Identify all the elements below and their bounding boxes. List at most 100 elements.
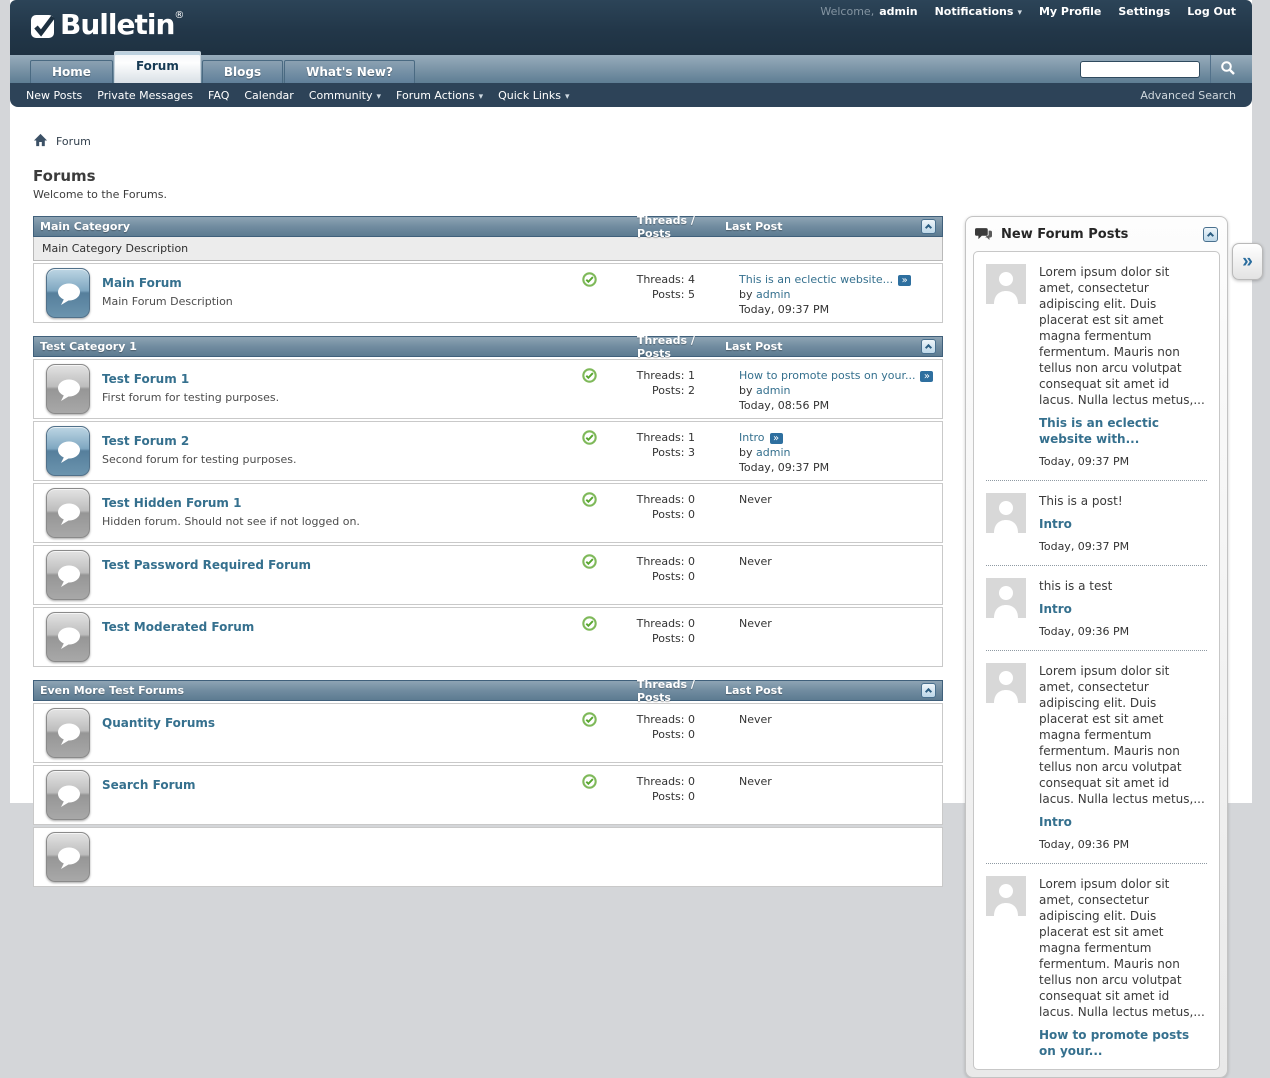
sidebar-items: Lorem ipsum dolor sit amet, consectetur … [973,251,1220,1070]
avatar[interactable] [986,663,1026,703]
logo-brand: Bulletin [60,8,174,42]
comments-icon [975,227,992,242]
search-button[interactable] [1210,55,1244,83]
last-post-author-link[interactable]: admin [756,446,790,459]
last-post-author-link[interactable]: admin [756,288,790,301]
threads-count: Threads: 0 [611,492,695,507]
threads-count: Threads: 0 [611,554,695,569]
forum-icon [46,832,90,882]
threads-count: Threads: 1 [611,368,695,383]
forum-icon [46,268,90,318]
category-forums: Main Forum Main Forum Description Thread… [33,263,943,323]
by-label: by [739,446,753,459]
subnav-community-menu[interactable]: Community [309,89,381,102]
settings-link[interactable]: Settings [1118,5,1170,18]
last-post-title-link[interactable]: This is an eclectic website... [739,273,893,286]
no-new-posts-icon [582,492,597,511]
avatar[interactable] [986,876,1026,916]
last-post-author-link[interactable]: admin [756,384,790,397]
avatar[interactable] [986,493,1026,533]
no-new-posts-icon [582,712,597,731]
sidebar-post-item: This is a post! Intro Today, 09:37 PM [986,481,1207,566]
forum-title-link[interactable]: Main Forum [102,276,182,290]
forum-title-link[interactable]: Test Moderated Forum [102,620,254,634]
tab-home[interactable]: Home [30,60,113,83]
sub-nav-bar: New Posts Private Messages FAQ Calendar … [10,83,1252,107]
subnav-private-messages[interactable]: Private Messages [97,89,193,102]
avatar[interactable] [986,264,1026,304]
goto-last-post-icon[interactable] [770,433,783,444]
forum-category: Test Category 1 Threads / Posts Last Pos… [33,336,943,667]
site-logo[interactable]: Bulletin ® [30,8,184,44]
advanced-search-link[interactable]: Advanced Search [1140,89,1236,102]
sidebar-post-item: Lorem ipsum dolor sit amet, consectetur … [986,864,1207,1069]
post-title-link[interactable]: Intro [1039,601,1207,617]
post-excerpt: This is a post! [1039,493,1207,509]
last-post-title-link[interactable]: Intro [739,431,765,444]
subnav-quick-links-menu[interactable]: Quick Links [498,89,569,102]
avatar[interactable] [986,578,1026,618]
page-title: Forums [33,167,1252,185]
category-title[interactable]: Even More Test Forums [40,684,637,697]
category-header: Main Category Threads / Posts Last Post [33,216,943,237]
forum-title-link[interactable]: Test Password Required Forum [102,558,311,572]
forum-row: Test Hidden Forum 1 Hidden forum. Should… [33,483,943,543]
subnav-calendar[interactable]: Calendar [244,89,293,102]
goto-last-post-icon[interactable] [920,371,933,382]
tab-whats-new[interactable]: What's New? [284,60,415,83]
subnav-new-posts[interactable]: New Posts [26,89,82,102]
sidebar-widget-title: New Forum Posts [1001,227,1203,242]
forum-title-link[interactable]: Test Forum 1 [102,372,189,386]
forum-title-link[interactable]: Test Forum 2 [102,434,189,448]
by-label: by [739,384,753,397]
category-forums: Test Forum 1 First forum for testing pur… [33,359,943,667]
post-title-link[interactable]: This is an eclectic website with... [1039,415,1207,447]
no-new-posts-icon [582,272,597,291]
tab-forum[interactable]: Forum [114,51,201,83]
post-title-link[interactable]: Intro [1039,516,1207,532]
sidebar-expand-button[interactable] [1232,243,1263,280]
forum-description: Hidden forum. Should not see if not logg… [102,515,567,528]
home-icon[interactable] [33,133,48,150]
forum-icon [46,550,90,600]
last-post-never: Never [739,554,942,569]
collapse-sidebar-widget-button[interactable] [1203,227,1218,242]
column-last-post: Last Post [725,684,921,697]
forum-category: Main Category Threads / Posts Last Post … [33,216,943,323]
forum-title-link[interactable]: Search Forum [102,778,196,792]
forum-categories: Main Category Threads / Posts Last Post … [33,216,943,1078]
posts-count: Posts: 0 [611,789,695,804]
double-chevron-right-icon [1242,251,1253,272]
category-title[interactable]: Test Category 1 [40,340,637,353]
log-out-link[interactable]: Log Out [1187,5,1236,18]
breadcrumb-forum-link[interactable]: Forum [56,135,91,148]
category-header: Even More Test Forums Threads / Posts La… [33,680,943,701]
column-last-post: Last Post [725,340,921,353]
tab-blogs[interactable]: Blogs [202,60,283,83]
sidebar-post-item: this is a test Intro Today, 09:36 PM [986,566,1207,651]
subnav-faq[interactable]: FAQ [208,89,229,102]
forum-row: Test Moderated Forum Threads: 0 Posts: 0… [33,607,943,667]
posts-count: Posts: 0 [611,569,695,584]
forum-description: Main Forum Description [102,295,567,308]
notifications-link[interactable]: Notifications [935,5,1022,18]
collapse-category-button[interactable] [921,219,936,234]
my-profile-link[interactable]: My Profile [1039,5,1101,18]
breadcrumb: Forum [33,133,1252,150]
threads-count: Threads: 4 [611,272,695,287]
collapse-category-button[interactable] [921,339,936,354]
goto-last-post-icon[interactable] [898,275,911,286]
post-date: Today, 09:37 PM [1039,454,1207,470]
threads-count: Threads: 0 [611,616,695,631]
post-title-link[interactable]: Intro [1039,814,1207,830]
search-input[interactable] [1080,61,1200,78]
subnav-forum-actions-menu[interactable]: Forum Actions [396,89,483,102]
post-title-link[interactable]: How to promote posts on your... [1039,1027,1207,1059]
last-post-title-link[interactable]: How to promote posts on your... [739,369,915,382]
category-title[interactable]: Main Category [40,220,637,233]
forum-title-link[interactable]: Quantity Forums [102,716,215,730]
collapse-category-button[interactable] [921,683,936,698]
forum-title-link[interactable]: Test Hidden Forum 1 [102,496,241,510]
main-tab-bar: Home Forum Blogs What's New? [10,55,1252,83]
username[interactable]: admin [879,5,917,18]
